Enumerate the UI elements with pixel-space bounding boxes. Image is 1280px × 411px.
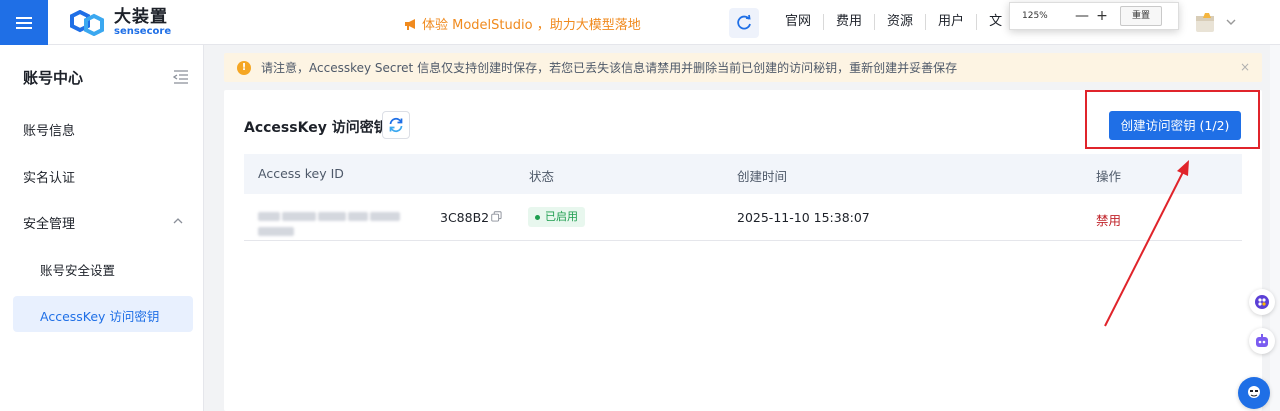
sidebar-title: 账号中心 xyxy=(23,69,84,87)
sidebar-item-real-name[interactable]: 实名认证 xyxy=(23,167,75,186)
sensecore-logo-icon xyxy=(70,10,104,36)
created-time: 2025-11-10 15:38:07 xyxy=(737,210,870,225)
refresh-icon xyxy=(389,117,403,133)
column-header-actions: 操作 xyxy=(1096,169,1122,184)
zoom-popup: 125% — + 重置 xyxy=(1009,2,1179,30)
megaphone-icon xyxy=(405,18,415,30)
zoom-reset-button[interactable]: 重置 xyxy=(1120,6,1162,26)
key-id-suffix: 3C88B2 xyxy=(440,210,490,225)
robot-icon xyxy=(1256,334,1268,347)
page-title: AccessKey 访问密钥 xyxy=(244,120,388,136)
sidebar-item-account-security-settings[interactable]: 账号安全设置 xyxy=(40,260,115,279)
collapse-sidebar-icon[interactable] xyxy=(173,70,189,84)
notice-text: 请注意，Accesskey Secret 信息仅支持创建时保存，若您已丢失该信息… xyxy=(261,61,958,75)
user-avatar-icon[interactable] xyxy=(1193,10,1219,36)
column-header-created: 创建时间 xyxy=(737,169,788,184)
annotation-highlight-box xyxy=(1085,90,1260,149)
hamburger-icon xyxy=(16,21,32,24)
logo[interactable]: 大装置 sensecore xyxy=(66,9,171,37)
warning-notice: ! 请注意，Accesskey Secret 信息仅支持创建时保存，若您已丢失该… xyxy=(224,53,1262,82)
promo-banner[interactable]: 体验 ModelStudio ，助力大模型落地 xyxy=(404,14,641,33)
promo-text: 体验 ModelStudio ，助力大模型落地 xyxy=(422,18,641,33)
status-dot-icon xyxy=(535,214,540,220)
copy-icon[interactable] xyxy=(491,211,502,222)
logo-text-en: sensecore xyxy=(114,26,172,37)
nav-users[interactable]: 用户 xyxy=(926,14,978,30)
chevron-up-icon[interactable] xyxy=(173,216,183,226)
sidebar-item-account-info[interactable]: 账号信息 xyxy=(23,120,75,139)
refresh-list-button[interactable] xyxy=(382,111,410,139)
accesskey-card: AccessKey 访问密钥 创建访问密钥 (1/2) Access key I… xyxy=(224,90,1262,411)
headset-icon xyxy=(1248,386,1260,398)
right-edge-strip xyxy=(1270,45,1280,411)
top-header: 大装置 sensecore 体验 ModelStudio ，助力大模型落地 官网… xyxy=(0,0,1280,45)
sidebar: 账号中心 账号信息 实名认证 安全管理 账号安全设置 AccessKey 访问密… xyxy=(0,45,204,411)
menu-button[interactable] xyxy=(0,0,48,45)
refresh-button[interactable] xyxy=(729,8,759,38)
sidebar-item-accesskey-label: AccessKey 访问密钥 xyxy=(40,309,160,324)
sidebar-item-security[interactable]: 安全管理 xyxy=(23,213,75,232)
refresh-icon xyxy=(737,14,751,30)
status-badge: 已启用 xyxy=(528,207,585,227)
accesskey-table: Access key ID 状态 创建时间 操作 3C88B2 已启用 2025… xyxy=(244,154,1242,241)
logo-text-cn: 大装置 xyxy=(114,7,168,27)
disable-link[interactable]: 禁用 xyxy=(1096,210,1121,229)
masked-key-id xyxy=(258,210,438,236)
zoom-level: 125% xyxy=(1022,11,1048,21)
support-button[interactable] xyxy=(1238,377,1270,409)
nav-billing[interactable]: 费用 xyxy=(824,14,876,30)
status-text: 已启用 xyxy=(545,210,578,223)
table-header: Access key ID 状态 创建时间 操作 xyxy=(244,154,1242,194)
table-row: 3C88B2 已启用 2025-11-10 15:38:07 禁用 xyxy=(244,194,1242,241)
assistant-button[interactable] xyxy=(1249,289,1275,315)
column-header-key-id: Access key ID xyxy=(258,166,344,181)
close-icon[interactable]: × xyxy=(1240,60,1250,74)
sidebar-item-accesskey[interactable]: AccessKey 访问密钥 xyxy=(13,296,193,332)
app-grid-icon xyxy=(1255,295,1269,309)
warning-icon: ! xyxy=(237,60,251,75)
column-header-status: 状态 xyxy=(529,169,555,184)
chevron-down-icon[interactable] xyxy=(1226,17,1236,27)
zoom-in-button[interactable]: + xyxy=(1092,8,1112,24)
chatbot-button[interactable] xyxy=(1249,328,1275,354)
top-nav: 官网 费用 资源 用户 文 xyxy=(773,14,1014,30)
zoom-out-button[interactable]: — xyxy=(1072,8,1092,24)
nav-official-site[interactable]: 官网 xyxy=(773,14,825,30)
nav-resources[interactable]: 资源 xyxy=(875,14,927,30)
